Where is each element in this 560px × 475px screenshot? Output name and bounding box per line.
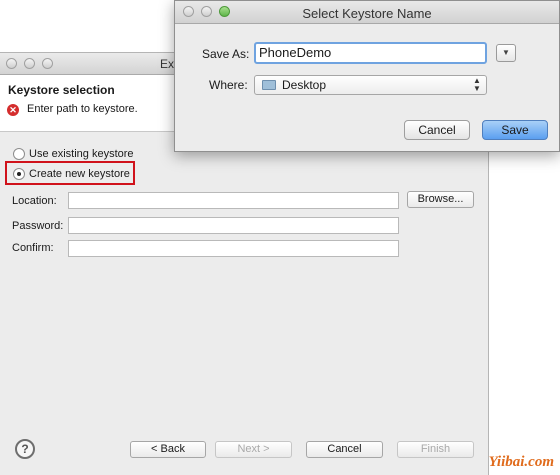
expand-dialog-button[interactable]: ▼ xyxy=(496,44,516,62)
cancel-button[interactable]: Cancel xyxy=(306,441,383,458)
dialog-title: Select Keystore Name xyxy=(302,6,432,21)
confirm-label: Confirm: xyxy=(12,242,54,254)
where-label: Where: xyxy=(209,78,248,92)
wizard-title: Ex xyxy=(160,57,175,71)
confirm-field[interactable] xyxy=(68,240,399,257)
browse-button[interactable]: Browse... xyxy=(407,191,474,208)
help-icon[interactable]: ? xyxy=(15,439,35,459)
next-button[interactable]: Next > xyxy=(215,441,292,458)
wizard-header-title: Keystore selection xyxy=(8,83,115,97)
radio-use-existing-keystore[interactable]: Use existing keystore xyxy=(13,148,134,160)
password-label: Password: xyxy=(12,220,64,232)
back-button[interactable]: < Back xyxy=(130,441,206,458)
wizard-zoom-button[interactable] xyxy=(42,58,53,69)
where-select[interactable]: Desktop ▲▼ xyxy=(254,75,487,95)
select-arrows-icon: ▲▼ xyxy=(473,76,481,93)
error-icon: ✕ xyxy=(7,104,19,116)
wizard-close-button[interactable] xyxy=(6,58,17,69)
save-as-label: Save As: xyxy=(202,47,250,61)
location-label: Location: xyxy=(12,195,57,207)
watermark-logo: Yiibai.com xyxy=(488,454,554,470)
select-keystore-dialog: Select Keystore Name Save As: PhoneDemo … xyxy=(174,0,560,152)
dialog-titlebar[interactable]: Select Keystore Name xyxy=(175,1,559,24)
radio-checked-icon[interactable] xyxy=(13,168,25,180)
radio-new-label: Create new keystore xyxy=(29,168,130,180)
dialog-save-button[interactable]: Save xyxy=(482,120,548,140)
radio-create-new-keystore[interactable]: Create new keystore xyxy=(13,168,130,180)
password-field[interactable] xyxy=(68,217,399,234)
location-field[interactable] xyxy=(68,192,399,209)
radio-existing-label: Use existing keystore xyxy=(29,148,134,160)
wizard-minimize-button[interactable] xyxy=(24,58,35,69)
radio-unchecked-icon[interactable] xyxy=(13,148,25,160)
wizard-header-message: Enter path to keystore. xyxy=(27,103,138,115)
dialog-cancel-button[interactable]: Cancel xyxy=(404,120,470,140)
finish-button[interactable]: Finish xyxy=(397,441,474,458)
where-value: Desktop xyxy=(282,78,327,92)
folder-icon xyxy=(262,80,276,90)
save-as-input[interactable]: PhoneDemo xyxy=(254,42,487,64)
